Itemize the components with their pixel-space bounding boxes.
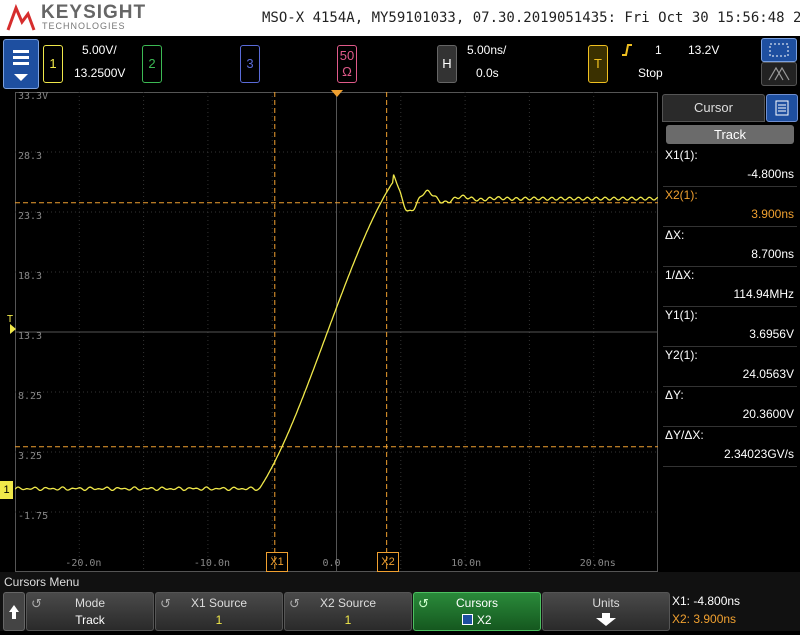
keysight-logo-icon [6, 4, 36, 31]
readout-label: ΔY/ΔX: [665, 428, 704, 442]
x-tick-label: -20.0n [65, 558, 102, 569]
acquisition-state: Stop [638, 66, 663, 80]
x-tick-label: 10.0n [451, 558, 482, 569]
readout-x2: X2: 3.900ns [672, 612, 737, 626]
x2-source-label: X2 Source [319, 596, 377, 610]
readout-divider [663, 346, 797, 347]
y-tick-label: 8.25 [18, 391, 43, 402]
y-tick-label: 18.3 [18, 271, 43, 282]
readout-label: X2(1): [665, 188, 698, 202]
readout-value: -4.800ns [747, 167, 794, 181]
x1-source-label: X1 Source [190, 596, 248, 610]
mode-softkey[interactable]: ↺ Mode Track [26, 592, 154, 631]
x-tick-label: -10.0n [193, 558, 231, 569]
readout-divider [663, 226, 797, 227]
waveform-grid[interactable] [15, 92, 658, 572]
readout-label: Y2(1): [665, 348, 698, 362]
readout-value: 24.0563V [742, 367, 794, 381]
units-softkey[interactable]: Units [542, 592, 670, 631]
graticule [15, 92, 658, 572]
readout-divider [663, 386, 797, 387]
units-softkey-label: Units [592, 596, 620, 610]
trigger-source: 1 [655, 43, 662, 57]
readout-label: ΔX: [665, 228, 685, 242]
main-menu-button[interactable] [3, 39, 39, 89]
x1-source-softkey[interactable]: ↺ X1 Source 1 [155, 592, 283, 631]
channel-1-offset: 13.2500V [74, 66, 126, 80]
trigger-level: 13.2V [688, 43, 720, 57]
channel-bar [0, 36, 800, 90]
menu-back-button[interactable] [3, 592, 25, 631]
x1-source-value: 1 [215, 613, 223, 627]
menu-icon [13, 50, 29, 81]
y-tick-label: 28.3 [18, 151, 43, 162]
display-layout-button[interactable] [761, 38, 797, 62]
menu-title: Cursors Menu [4, 575, 80, 589]
mode-softkey-label: Mode [74, 596, 106, 610]
readout-divider [663, 426, 797, 427]
channel-1-button[interactable]: 1 [43, 45, 63, 83]
arrow-down-icon [596, 613, 616, 626]
channel-1-ground-marker[interactable]: 1 [0, 481, 13, 499]
y-tick-label: 3.25 [18, 451, 43, 462]
trigger-button[interactable]: T [588, 45, 608, 83]
readout-divider [663, 306, 797, 307]
y-tick-label: 13.3 [18, 331, 43, 342]
readout-divider [663, 266, 797, 267]
readout-label: ΔY: [665, 388, 684, 402]
horizontal-button[interactable]: H [437, 45, 457, 83]
panel-list-button[interactable] [766, 94, 798, 122]
y-tick-label: 23.3 [18, 211, 43, 222]
mode-softkey-value: Track [75, 613, 105, 627]
readout-divider [663, 466, 797, 467]
readout-value: 8.700ns [751, 247, 794, 261]
cursor-x1-label[interactable]: X1 [266, 552, 288, 572]
ohm-symbol: Ω [342, 64, 352, 79]
tab-cursor[interactable]: Cursor [662, 94, 765, 122]
x-tick-label: 20.0ns [579, 558, 616, 569]
cursor-mode-track-button[interactable]: Track [666, 125, 794, 144]
readout-value: 20.3600V [742, 407, 794, 421]
channel-2-button[interactable]: 2 [142, 45, 162, 83]
readout-value: 3.900ns [751, 207, 794, 221]
zoom-button[interactable] [761, 62, 797, 86]
readout-divider [663, 186, 797, 187]
readout-value: 2.34023GV/s [723, 447, 794, 461]
readout-value: 3.6956V [749, 327, 794, 341]
rising-edge-icon [622, 44, 632, 56]
cursor-x2-label[interactable]: X2 [377, 552, 399, 572]
readout-label: X1(1): [665, 148, 698, 162]
y-tick-label: 33.3V [18, 91, 49, 102]
readout-label: 1/ΔX: [665, 268, 695, 282]
readout-value: 114.94MHz [733, 287, 794, 301]
trigger-position-marker [331, 90, 343, 97]
x2-source-value: 1 [344, 613, 352, 627]
selected-box-icon [462, 614, 474, 625]
timebase-value: 5.00ns/ [467, 43, 507, 57]
channel-4-button[interactable]: 50 Ω [337, 45, 357, 83]
arrow-up-icon [9, 605, 19, 619]
delay-value: 0.0s [476, 66, 499, 80]
brand-subtitle: TECHNOLOGIES [42, 21, 126, 31]
trigger-level-arrow-icon [10, 324, 16, 334]
instrument-info: MSO-X 4154A, MY59101033, 07.30.201905143… [262, 10, 800, 26]
y-tick-label: -1.75 [18, 511, 49, 522]
window-icon [769, 43, 789, 57]
channel-3-button[interactable]: 3 [240, 45, 260, 83]
channel-1-scale: 5.00V/ [82, 43, 117, 57]
list-icon [775, 100, 789, 116]
channel-4-impedance: 50 [339, 48, 355, 63]
cursors-softkey-value: X2 [476, 613, 492, 627]
x2-source-softkey[interactable]: ↺ X2 Source 1 [284, 592, 412, 631]
x-tick-label: 0.0 [322, 558, 341, 569]
readout-label: Y1(1): [665, 308, 698, 322]
cursors-softkey-label: Cursors [455, 596, 498, 610]
readout-x1: X1: -4.800ns [672, 594, 741, 608]
cursors-softkey[interactable]: ↺ Cursors X2 [413, 592, 541, 631]
zoom-icon [768, 66, 790, 81]
